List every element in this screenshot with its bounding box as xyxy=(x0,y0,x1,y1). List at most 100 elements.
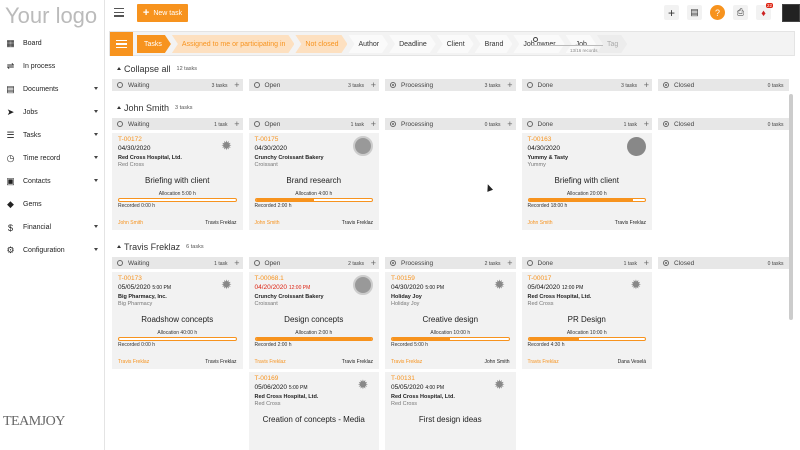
task-name: Briefing with client xyxy=(554,176,619,185)
task-name: Roadshow concepts xyxy=(141,315,214,324)
status-icon xyxy=(117,121,123,127)
group-title: John Smith xyxy=(124,102,170,113)
sidebar-item-time-record[interactable]: ◷ Time record xyxy=(0,147,105,170)
add-task-icon[interactable]: + xyxy=(507,80,512,90)
filter-crumb-client[interactable]: Client xyxy=(437,35,474,53)
list-icon[interactable]: ▤ xyxy=(687,5,702,20)
group-header[interactable]: Collapse all 12 tasks xyxy=(109,58,795,79)
task-author[interactable]: Travis Freklaz xyxy=(255,359,286,365)
sidebar-item-label: Contacts xyxy=(23,178,51,185)
columns: Waiting 3 tasks + Open 3 tasks + Processing 3 t… xyxy=(109,79,795,91)
chevron-down-icon[interactable] xyxy=(94,110,98,113)
chevron-down-icon[interactable] xyxy=(94,87,98,90)
task-author[interactable]: John Smith xyxy=(528,220,553,226)
chevron-down-icon[interactable] xyxy=(94,156,98,159)
task-author[interactable]: John Smith xyxy=(118,220,143,226)
help-icon[interactable]: ? xyxy=(710,5,725,20)
column-title: Closed xyxy=(674,259,695,267)
filter-crumb-deadline[interactable]: Deadline xyxy=(389,35,436,53)
brand-name: Croissant xyxy=(254,301,278,307)
sidebar-item-in-process[interactable]: ⇌ In process xyxy=(0,55,105,78)
column-header: Waiting 1 task + xyxy=(112,257,243,269)
scrollbar[interactable] xyxy=(789,94,793,320)
task-card[interactable]: ✹ T-00173 05/05/2020 5:00 PM Big Pharmacy, … xyxy=(112,272,243,369)
column-header: Open 3 tasks + xyxy=(248,79,379,91)
task-author[interactable]: Travis Freklaz xyxy=(528,359,559,365)
chevron-down-icon[interactable] xyxy=(94,133,98,136)
sidebar-item-gems[interactable]: ◆ Gems xyxy=(0,193,105,216)
task-author[interactable]: Travis Freklaz xyxy=(118,359,149,365)
column-count: 0 tasks xyxy=(767,121,784,128)
filter-crumb-brand[interactable]: Brand xyxy=(475,35,513,53)
user-avatar[interactable] xyxy=(782,4,800,22)
add-task-icon[interactable]: + xyxy=(507,258,512,268)
red-cross-logo-icon: ✹ xyxy=(221,138,232,153)
column-title: Done xyxy=(537,120,554,128)
add-task-icon[interactable]: + xyxy=(234,258,239,268)
client-name: Crunchy Croissant Bakery xyxy=(254,294,324,300)
filter-crumb-author[interactable]: Author xyxy=(348,35,388,53)
task-author[interactable]: John Smith xyxy=(255,220,280,226)
column-closed: Closed 0 tasks xyxy=(658,257,789,450)
group-header[interactable]: Travis Freklaz 6 tasks xyxy=(109,236,795,257)
add-task-icon[interactable]: + xyxy=(644,258,649,268)
add-task-icon[interactable]: + xyxy=(644,119,649,129)
sidebar-item-tasks[interactable]: ☰ Tasks xyxy=(0,124,105,147)
task-name: Briefing with client xyxy=(145,176,210,185)
add-task-icon[interactable]: + xyxy=(507,119,512,129)
client-name: Holiday Joy xyxy=(391,294,422,300)
collapse-icon[interactable] xyxy=(117,67,121,70)
recorded-time: Recorded 0:00 h xyxy=(118,203,155,209)
task-card[interactable]: ✹ T-00131 05/05/2020 4:00 PM Red Cross Hosp… xyxy=(385,372,516,450)
task-card[interactable]: T-00068.1 04/20/2020 12:00 PM Crunchy Croi… xyxy=(248,272,379,369)
new-task-button[interactable]: + New task xyxy=(137,4,188,22)
status-icon xyxy=(526,82,533,88)
filter-crumb-assigned-to-me-or-participating-in[interactable]: Assigned to me or participating in xyxy=(172,35,295,53)
print-icon[interactable]: ⎙ xyxy=(733,5,748,20)
red-cross-logo-icon: ✹ xyxy=(494,377,505,392)
add-task-icon[interactable]: + xyxy=(234,119,239,129)
recorded-time: Recorded 2:00 h xyxy=(254,342,292,348)
sidebar-item-jobs[interactable]: ➤ Jobs xyxy=(0,101,105,124)
deadline-time: 5:00 PM xyxy=(425,285,444,291)
task-card[interactable]: T-00163 04/30/2020 Yummy & Tasty Yummy Brie… xyxy=(521,133,652,230)
add-task-icon[interactable]: + xyxy=(234,80,239,90)
column-title: Closed xyxy=(674,120,695,128)
sidebar-item-financial[interactable]: $ Financial xyxy=(0,216,105,239)
sidebar-item-configuration[interactable]: ⚙ Configuration xyxy=(0,239,105,262)
deadline-date: 05/05/2020 xyxy=(391,384,424,391)
bell-icon[interactable]: ♦ 22 xyxy=(756,3,773,20)
task-card[interactable]: ✹ T-00017 05/04/2020 12:00 PM Red Cross Hos… xyxy=(521,272,652,369)
menu-icon[interactable] xyxy=(114,8,124,17)
filter-crumb-not-closed[interactable]: Not closed xyxy=(295,35,347,53)
collapse-icon[interactable] xyxy=(117,106,121,109)
task-card[interactable]: ✹ T-00169 05/06/2020 5:00 PM Red Cross Hosp… xyxy=(248,372,379,450)
task-card[interactable]: ✹ T-00172 04/30/2020 Red Cross Hospital, L… xyxy=(112,133,243,230)
status-icon xyxy=(117,260,123,266)
deadline-time: 5:00 PM xyxy=(152,285,171,291)
sidebar-item-contacts[interactable]: ▣ Contacts xyxy=(0,170,105,193)
group-header[interactable]: John Smith 3 tasks xyxy=(109,97,795,118)
column-count: 0 tasks xyxy=(767,260,784,267)
filter-crumb-tasks[interactable]: Tasks xyxy=(137,35,171,53)
sidebar-item-board[interactable]: ▦ Board xyxy=(0,32,105,55)
chevron-down-icon[interactable] xyxy=(94,248,98,251)
sidebar-item-documents[interactable]: ▤ Documents xyxy=(0,78,105,101)
filter-toggle-icon[interactable] xyxy=(110,32,133,56)
bakery-logo-icon xyxy=(353,136,373,156)
add-task-icon[interactable]: + xyxy=(371,80,376,90)
status-icon xyxy=(663,260,669,266)
app-logo[interactable]: Your logo xyxy=(5,3,97,29)
search-input[interactable] xyxy=(531,36,603,46)
task-author[interactable]: Travis Freklaz xyxy=(391,359,422,365)
column-waiting: Waiting 3 tasks + xyxy=(112,79,243,91)
chevron-down-icon[interactable] xyxy=(94,225,98,228)
task-card[interactable]: ✹ T-00159 04/30/2020 5:00 PM Holiday Joy Hol… xyxy=(385,272,516,369)
collapse-icon[interactable] xyxy=(117,245,121,248)
add-icon[interactable]: + xyxy=(664,5,679,20)
chevron-down-icon[interactable] xyxy=(94,179,98,182)
add-task-icon[interactable]: + xyxy=(371,119,376,129)
add-task-icon[interactable]: + xyxy=(371,258,376,268)
add-task-icon[interactable]: + xyxy=(644,80,649,90)
task-card[interactable]: T-00175 04/30/2020 Crunchy Croissant Bake… xyxy=(248,133,379,230)
